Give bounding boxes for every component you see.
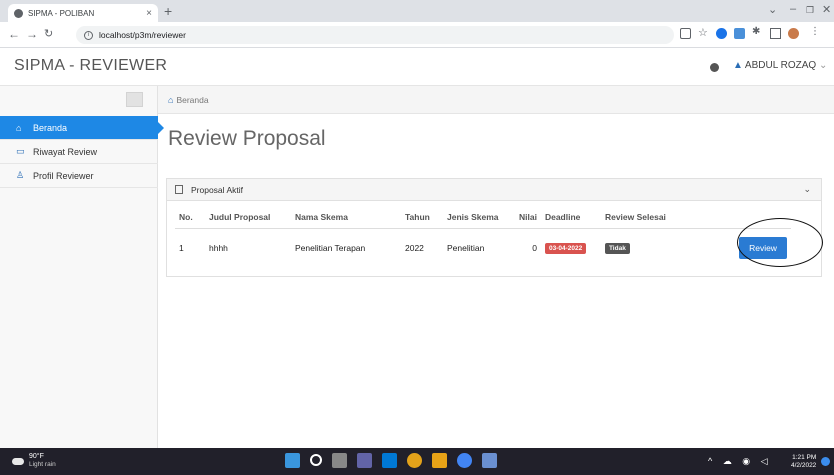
column-header: Nilai: [515, 209, 541, 229]
proposal-card: Proposal Aktif ⌄ No. Judul Proposal Nama…: [166, 178, 822, 277]
sidebar-item-label: Beranda: [33, 122, 68, 133]
taskbar-clock[interactable]: 1:21 PM 4/2/2022: [791, 454, 816, 470]
sidebar-item-profil-reviewer[interactable]: ♙ Profil Reviewer: [0, 164, 158, 188]
chrome-icon[interactable]: [407, 453, 422, 468]
sidebar-item-beranda[interactable]: ⌂ Beranda: [0, 116, 164, 140]
column-header: Deadline: [540, 209, 601, 229]
weather-widget[interactable]: 90°F Light rain: [12, 453, 56, 469]
status-badge: Tidak: [604, 243, 630, 254]
tab-search-icon[interactable]: ⌄: [768, 3, 777, 16]
task-view-icon[interactable]: [332, 453, 347, 468]
tab-title: SIPMA - POLIBAN: [28, 8, 95, 18]
column-header: Nama Skema: [291, 209, 401, 229]
extensions-puzzle-icon[interactable]: ✱: [752, 26, 763, 37]
store-icon[interactable]: [382, 453, 397, 468]
cell-nilai: 0: [532, 243, 537, 253]
side-panel-icon[interactable]: [770, 28, 781, 39]
card-header: Proposal Aktif ⌄: [167, 179, 821, 201]
extension-icon[interactable]: [716, 28, 727, 39]
monitor-icon: ▭: [16, 146, 25, 156]
proposal-table: No. Judul Proposal Nama Skema Tahun Jeni…: [175, 209, 791, 267]
address-bar[interactable]: i localhost/p3m/reviewer: [76, 26, 674, 44]
browser-tab-strip: SIPMA - POLIBAN × + ⌄ – ❐ ✕: [0, 0, 834, 22]
home-icon: ⌂: [16, 122, 22, 133]
sidebar-item-riwayat-review[interactable]: ▭ Riwayat Review: [0, 140, 158, 164]
teams-icon[interactable]: [357, 453, 372, 468]
bookmark-star-icon[interactable]: ☆: [698, 26, 709, 39]
browser-tab[interactable]: SIPMA - POLIBAN ×: [8, 4, 158, 22]
cell-selesai: Tidak: [601, 229, 711, 268]
app-icon[interactable]: [482, 453, 497, 468]
reload-icon[interactable]: ↻: [44, 27, 53, 40]
cell-deadline: 03-04-2022: [541, 229, 601, 268]
search-icon[interactable]: [310, 454, 322, 466]
browser-menu-icon[interactable]: ⋮: [810, 26, 821, 37]
column-header: No.: [175, 209, 205, 229]
deadline-badge: 03-04-2022: [544, 243, 587, 254]
column-header: Jenis Skema: [443, 209, 515, 229]
taskbar-apps: [285, 453, 497, 468]
cell-tahun: 2022: [405, 243, 424, 253]
table-row: 1 hhhh Penelitian Terapan 2022 Penelitia…: [175, 229, 791, 268]
window-close-icon[interactable]: ✕: [822, 3, 831, 16]
column-header: Tahun: [401, 209, 443, 229]
site-favicon-icon: [14, 8, 23, 18]
page-title: Review Proposal: [168, 127, 326, 150]
browser-toolbar: ← → ↻ i localhost/p3m/reviewer ☆ ✱ ⋮: [0, 22, 834, 48]
cell-jenis: Penelitian: [447, 243, 485, 253]
minimize-icon[interactable]: –: [790, 3, 796, 15]
card-title: Proposal Aktif: [191, 184, 243, 195]
user-icon: ▲: [733, 60, 743, 71]
app-brand[interactable]: SIPMA - REVIEWER: [14, 57, 167, 75]
sidebar-item-label: Profil Reviewer: [33, 170, 94, 181]
restore-icon[interactable]: ❐: [806, 5, 814, 16]
cell-no: 1: [179, 243, 184, 253]
site-info-icon[interactable]: i: [84, 30, 93, 40]
column-header: [710, 209, 791, 229]
system-tray-icons[interactable]: ^ ☁ ◉ ◁: [708, 456, 772, 467]
user-menu[interactable]: ▲ ABDUL ROZAQ ⌄: [733, 60, 827, 71]
share-icon[interactable]: [680, 28, 691, 39]
copy-icon: [175, 185, 183, 194]
sidebar-menu: ⌂ Beranda ▭ Riwayat Review ♙ Profil Revi…: [0, 116, 164, 188]
cell-action: Review: [711, 229, 791, 268]
app-header: SIPMA - REVIEWER ▲ ABDUL ROZAQ ⌄: [0, 48, 834, 86]
notification-center-icon[interactable]: [821, 457, 830, 466]
profile-avatar-icon[interactable]: [788, 28, 799, 39]
chrome-icon[interactable]: [457, 453, 472, 468]
chevron-down-icon[interactable]: ⌄: [803, 184, 811, 195]
chevron-down-icon: ⌄: [819, 60, 828, 71]
file-explorer-icon[interactable]: [432, 453, 447, 468]
extension-icon[interactable]: [734, 28, 745, 39]
sidebar-collapse-button[interactable]: [126, 92, 143, 107]
home-icon: ⌂: [168, 94, 174, 105]
review-button[interactable]: Review: [739, 237, 787, 259]
user-icon: ♙: [16, 170, 25, 180]
sidebar: ⌂ Beranda ▭ Riwayat Review ♙ Profil Revi…: [0, 86, 164, 448]
notification-icon[interactable]: [710, 63, 719, 72]
column-header: Review Selesai: [600, 209, 711, 229]
windows-taskbar: 90°F Light rain ^ ☁ ◉ ◁ 1:21 PM 4/2/2022: [0, 448, 834, 475]
cell-skema: Penelitian Terapan: [295, 243, 366, 253]
new-tab-button[interactable]: +: [164, 3, 172, 19]
table-header-row: No. Judul Proposal Nama Skema Tahun Jeni…: [175, 209, 791, 229]
close-tab-icon[interactable]: ×: [146, 8, 152, 19]
sidebar-item-label: Riwayat Review: [33, 146, 98, 157]
column-header: Judul Proposal: [205, 209, 291, 229]
windows-start-icon[interactable]: [285, 453, 300, 468]
weather-desc: Light rain: [29, 461, 56, 468]
user-name: ABDUL ROZAQ: [744, 60, 817, 71]
forward-icon[interactable]: →: [26, 27, 38, 41]
cloud-icon: [12, 457, 24, 465]
breadcrumb-item[interactable]: Beranda: [176, 95, 208, 105]
clock-time: 1:21 PM: [792, 454, 817, 461]
clock-date: 4/2/2022: [791, 462, 817, 469]
weather-temp: 90°F: [29, 453, 44, 460]
breadcrumb: ⌂ Beranda: [158, 86, 834, 114]
url-text: localhost/p3m/reviewer: [99, 30, 186, 40]
back-icon[interactable]: ←: [8, 27, 20, 41]
cell-judul: hhhh: [209, 243, 228, 253]
